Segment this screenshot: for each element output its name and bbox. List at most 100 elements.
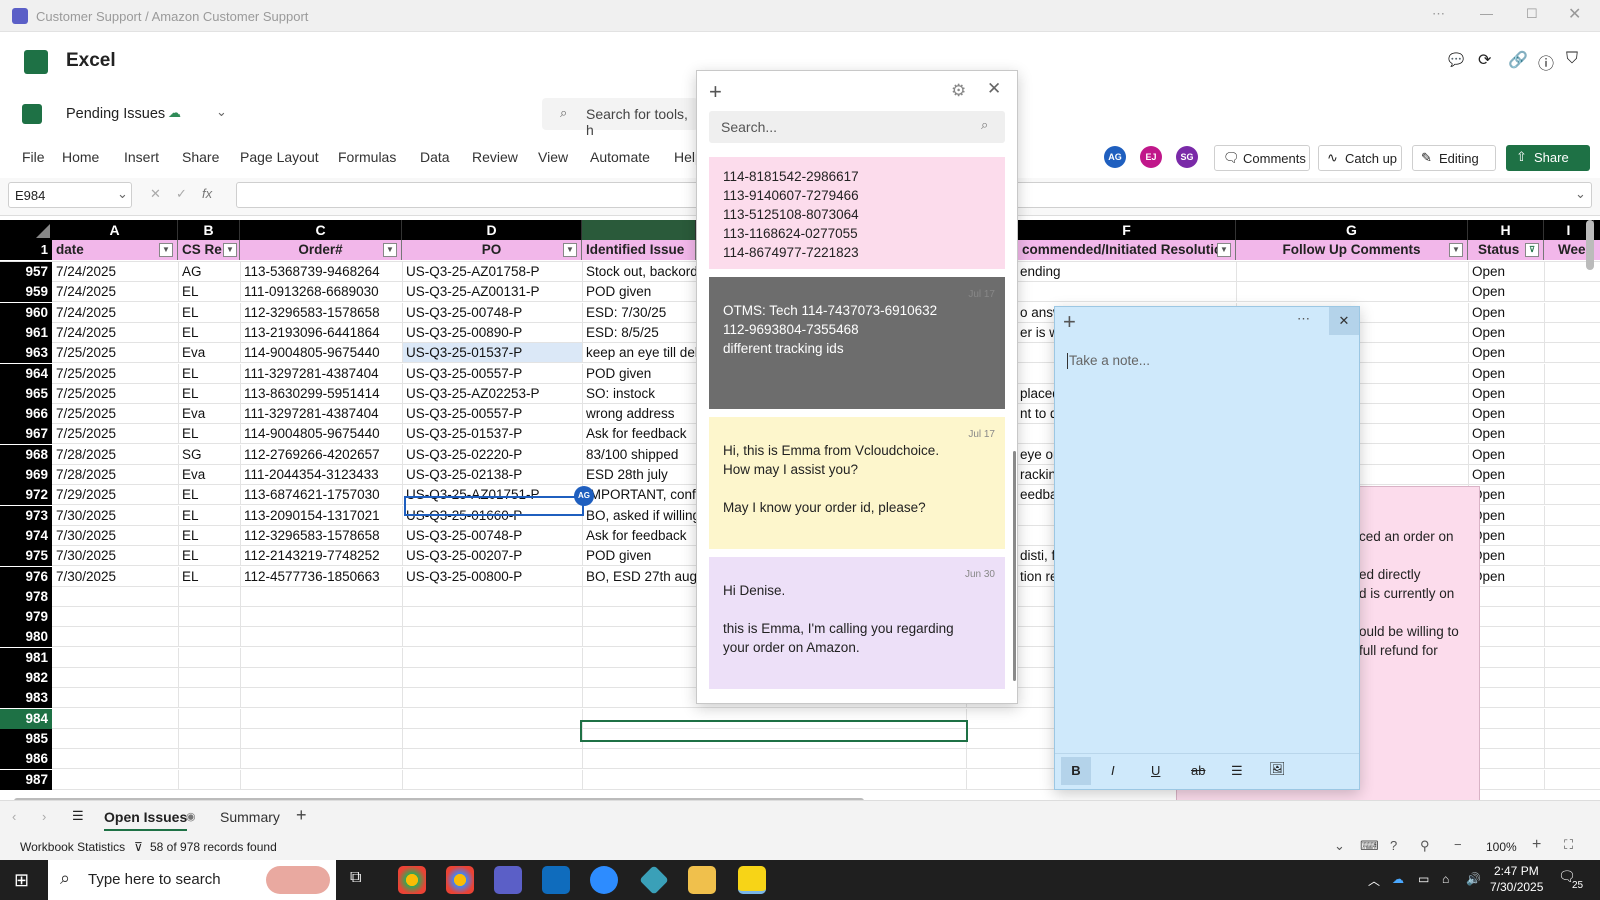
chat-icon[interactable]: 💬 [1448,52,1464,68]
cell-c[interactable]: 112-3296583-1578658 [244,303,402,323]
cell-h[interactable]: Open [1470,546,1544,566]
cell-b[interactable]: EL [182,485,240,505]
cell-c[interactable]: 113-8630299-5951414 [244,384,402,404]
cell-c[interactable]: 113-2090154-1317021 [244,506,402,526]
cell-b[interactable]: EL [182,526,240,546]
sticky-notes-taskbar-icon[interactable] [738,866,766,894]
cell-b[interactable]: EL [182,567,240,587]
cell-b[interactable]: EL [182,424,240,444]
cell-a[interactable]: 7/24/2025 [56,303,178,323]
chevron-down-icon[interactable]: ⌄ [1575,186,1586,202]
zoom-level[interactable]: 100% [1486,840,1517,854]
row-number[interactable]: 965 [0,383,52,404]
add-note-icon[interactable]: + [709,79,722,105]
bold-icon[interactable]: B [1061,757,1091,785]
row-number[interactable]: 985 [0,728,52,749]
cell-a[interactable]: 7/30/2025 [56,567,178,587]
row-number[interactable]: 961 [0,322,52,343]
row-number[interactable]: 968 [0,444,52,465]
selected-cell[interactable] [580,720,968,742]
workbook-statistics[interactable]: Workbook Statistics [20,840,125,854]
cell-c[interactable]: 112-4577736-1850663 [244,567,402,587]
row-number[interactable]: 983 [0,688,52,709]
column-letter[interactable]: G [1236,220,1468,240]
note-input[interactable]: Take a note... [1069,353,1150,368]
chevron-down-icon[interactable]: ⌄ [216,104,227,120]
avatar[interactable]: EJ [1140,146,1162,168]
row-number[interactable]: 981 [0,647,52,668]
settings-icon[interactable]: ⚙ [951,81,966,101]
check-icon[interactable]: ✓ [176,186,187,202]
row-number[interactable]: 957 [0,262,52,282]
cell-d[interactable]: US-Q3-25-00748-P [406,303,582,323]
search-input[interactable]: Search for tools, h [586,106,698,138]
cell-b[interactable]: EL [182,303,240,323]
cell-e[interactable]: POD given [586,282,696,302]
cell-a[interactable]: 7/25/2025 [56,343,178,363]
cell-a[interactable]: 7/25/2025 [56,364,178,384]
close-icon[interactable]: ✕ [987,79,1001,99]
cell-b[interactable]: EL [182,506,240,526]
tab-share[interactable]: Share [182,149,219,165]
filter-icon[interactable]: ▼ [1217,243,1231,257]
cell-a[interactable]: 7/29/2025 [56,485,178,505]
strikethrough-icon[interactable]: ab [1191,763,1205,778]
windows-start-icon[interactable]: ⊞ [14,870,29,891]
column-letter[interactable]: B [178,220,240,240]
note-card[interactable]: Jun 30 Hi Denise. this is Emma, I'm callin… [709,557,1005,689]
header-resolution[interactable]: commended/Initiated Resolution ▼ [1018,240,1236,260]
header-issue[interactable]: Identified Issue [582,240,696,260]
cell-h[interactable]: Open [1470,526,1544,546]
note-card[interactable]: Jul 17 Hi, this is Emma from Vcloudchoice… [709,417,1005,549]
column-letter[interactable]: D [402,220,582,240]
cell-e[interactable]: BO, ESD 27th aug [586,567,696,587]
column-letter[interactable]: H [1468,220,1544,240]
row-number[interactable]: 982 [0,668,52,688]
link-icon[interactable]: 🔗 [1508,50,1528,70]
cell-a[interactable]: 7/30/2025 [56,546,178,566]
cell-h[interactable]: Open [1470,384,1544,404]
row-number[interactable]: 966 [0,404,52,425]
cell-d[interactable]: US-Q3-25-00557-P [406,364,582,384]
task-view-icon[interactable]: ⧉ [350,869,361,887]
cell-h[interactable]: Open [1470,323,1544,343]
taskbar-search[interactable]: ⌕ Type here to search [48,860,336,900]
row-number[interactable]: 984 [0,708,52,729]
notes-search-input[interactable]: Search... [721,119,777,135]
cell-e[interactable]: 83/100 shipped [586,445,696,465]
row-number[interactable]: 969 [0,465,52,485]
header-cs-rep[interactable]: CS Re ▼ [178,240,240,260]
underline-icon[interactable]: U [1151,763,1160,778]
row-number[interactable]: 1 [0,240,52,260]
column-letter[interactable] [582,220,696,240]
maximize-icon[interactable]: ☐ [1526,6,1538,22]
cell-e[interactable]: SO: instock [586,384,696,404]
cell-c[interactable]: 114-9004805-9675440 [244,343,402,363]
cell-e[interactable]: POD given [586,546,696,566]
filter-icon[interactable]: ▼ [563,243,577,257]
cell-h[interactable]: Open [1470,343,1544,363]
cell-e[interactable]: BO, asked if willing t [586,506,696,526]
row-number[interactable]: 976 [0,566,52,587]
cell-h[interactable]: Open [1470,303,1544,323]
tab-insert[interactable]: Insert [124,149,159,165]
header-follow-up[interactable]: Follow Up Comments ▼ [1236,240,1468,260]
cell-d[interactable]: US-Q3-25-02220-P [406,445,582,465]
cell-h[interactable]: Open [1470,465,1544,485]
cell-a[interactable]: 7/24/2025 [56,323,178,343]
cell-b[interactable]: Eva [182,404,240,424]
cell-f[interactable]: ending [1020,262,1236,282]
header-po[interactable]: PO ▼ [402,240,582,260]
cell-c[interactable]: 113-6874621-1757030 [244,485,402,505]
cell-d[interactable]: US-Q3-25-01537-P [406,343,582,363]
cell-e[interactable]: Ask for feedback [586,526,696,546]
cell-d[interactable]: US-Q3-25-00800-P [406,567,582,587]
tab-summary[interactable]: Summary [220,809,280,825]
cell-c[interactable]: 111-3297281-4387404 [244,404,402,424]
help-icon[interactable]: ? [1390,838,1397,853]
cell-e[interactable]: POD given [586,364,696,384]
image-icon[interactable]: 🖼 [1269,761,1286,777]
cell-a[interactable]: 7/30/2025 [56,526,178,546]
cell-e[interactable]: Stock out, backorde [586,262,696,282]
cell-c[interactable]: 112-2769266-4202657 [244,445,402,465]
